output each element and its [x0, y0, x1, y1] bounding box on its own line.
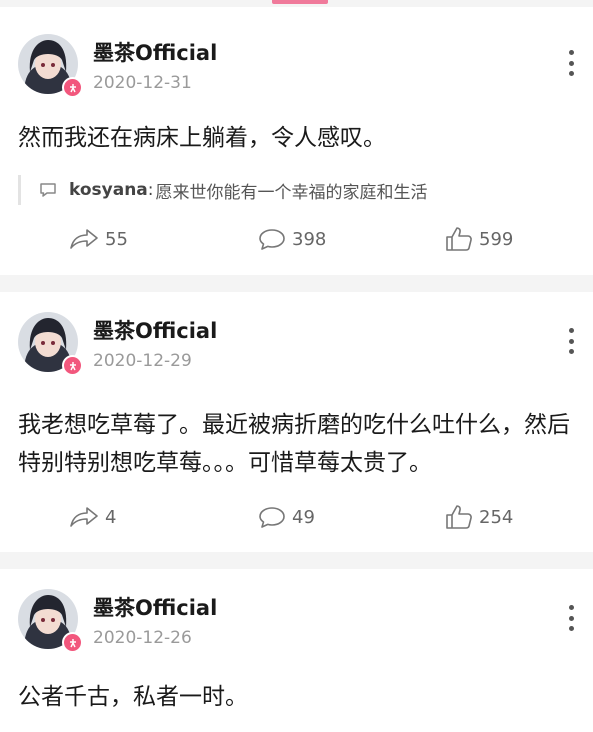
comment-username[interactable]: kosyana — [69, 180, 148, 200]
vertical-dots-icon[interactable] — [567, 328, 575, 354]
like-count: 254 — [479, 506, 514, 528]
comment-count: 398 — [292, 228, 327, 250]
vertical-dots-icon[interactable] — [567, 605, 575, 631]
post-date: 2020-12-31 — [93, 73, 192, 93]
avatar[interactable] — [18, 34, 83, 98]
post-actions: 55 398 599 — [0, 224, 593, 254]
post-content: 我老想吃草莓了。最近被病折磨的吃什么吐什么，然后特别特别想吃草莓。。。可惜草莓太… — [18, 412, 570, 476]
post-actions: 4 49 254 — [0, 502, 593, 532]
like-button[interactable]: 254 — [445, 502, 513, 532]
active-tab-indicator — [272, 0, 328, 4]
top-comment[interactable]: kosyana : 愿来世你能有一个幸福的家庭和生活 — [18, 175, 428, 205]
username[interactable]: 墨茶Official — [93, 37, 217, 67]
share-arrow-icon — [70, 507, 98, 527]
post-card[interactable]: 墨茶Official 2020-12-29 我老想吃草莓了。最近被病折磨的吃什么… — [0, 292, 593, 552]
post-card[interactable]: 墨茶Official 2020-12-26 公者千古，私者一时。 — [0, 569, 593, 732]
thumbs-up-icon — [446, 227, 472, 251]
comment-button[interactable]: 398 — [258, 224, 326, 254]
post-date: 2020-12-26 — [93, 628, 192, 648]
post-content: 然而我还在病床上躺着，令人感叹。 — [18, 125, 386, 151]
like-button[interactable]: 599 — [445, 224, 513, 254]
share-button[interactable]: 4 — [69, 502, 116, 532]
share-arrow-icon — [70, 229, 98, 249]
post-date: 2020-12-29 — [93, 351, 192, 371]
like-count: 599 — [479, 228, 514, 250]
share-count: 4 — [105, 506, 117, 528]
post-card[interactable]: 墨茶Official 2020-12-31 然而我还在病床上躺着，令人感叹。 k… — [0, 7, 593, 275]
speech-bubble-icon — [259, 229, 285, 250]
verified-badge-icon — [62, 77, 83, 98]
comment-count: 49 — [292, 506, 315, 528]
verified-badge-icon — [62, 355, 83, 376]
comment-text: 愿来世你能有一个幸福的家庭和生活 — [155, 182, 428, 203]
comment-button[interactable]: 49 — [258, 502, 315, 532]
share-button[interactable]: 55 — [69, 224, 128, 254]
username[interactable]: 墨茶Official — [93, 592, 217, 622]
verified-badge-icon — [62, 632, 83, 653]
avatar[interactable] — [18, 589, 83, 653]
speech-bubble-icon — [259, 507, 285, 528]
comment-bubble-icon — [40, 183, 56, 197]
vertical-dots-icon[interactable] — [567, 50, 575, 76]
share-count: 55 — [105, 228, 128, 250]
username[interactable]: 墨茶Official — [93, 315, 217, 345]
post-content: 公者千古，私者一时。 — [18, 684, 248, 710]
thumbs-up-icon — [446, 505, 472, 529]
avatar[interactable] — [18, 312, 83, 376]
comment-separator: : — [147, 180, 154, 200]
